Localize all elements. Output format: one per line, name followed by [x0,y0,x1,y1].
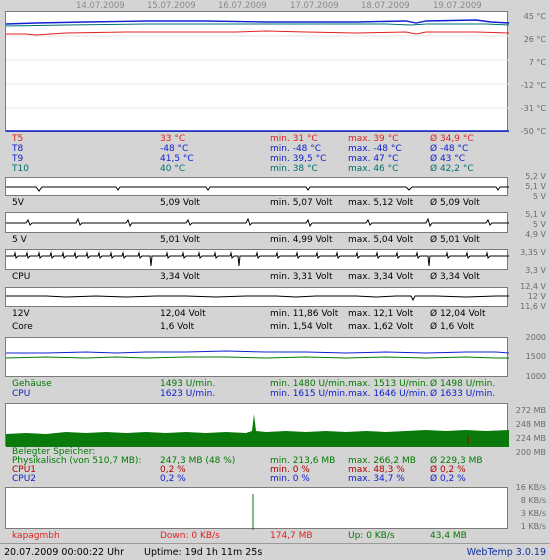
axis-tick: 3,35 V [520,248,546,257]
axis-tick: 5 V [532,192,546,201]
sensor-min: min. 0 % [270,474,310,484]
case-fan-series [6,356,509,359]
axis-tick: 4,9 V [525,230,546,239]
network-up-total: 43,4 MB [430,531,467,541]
axis-tick: 5 V [532,220,546,229]
axis-tick: 26 °C [523,35,546,44]
axis-tick: 11,6 V [520,302,546,311]
temperature-plot [6,19,509,132]
sensor-name: CPU2 [12,474,37,484]
network-down: Down: 0 KB/s [160,531,220,541]
temperature-chart [5,11,509,132]
axis-tick: -12 °C [520,81,546,90]
memory-usage-area [6,414,509,447]
app-version-link[interactable]: WebTemp 3.0.19 [467,547,546,558]
axis-tick: 5,1 V [525,210,546,219]
sensor-min: min. 1,54 Volt [270,322,333,332]
sensor-current: 3,34 Volt [160,272,200,282]
sensor-min: min. 38 °C [270,164,318,174]
axis-tick: 224 MB [515,434,546,443]
voltage-5v-2-chart [5,212,509,233]
voltage-5v-chart [5,177,509,196]
axis-tick: 200 MB [515,448,546,457]
axis-tick: 12,4 V [520,282,546,291]
sensor-current: 12,04 Volt [160,309,206,319]
status-uptime: Uptime: 19d 1h 11m 25s [144,547,263,558]
sensor-max: max. 1,62 Volt [348,322,414,332]
sensor-avg: Ø 3,34 Volt [430,272,480,282]
sensor-name: CPU [12,389,31,399]
axis-tick: 12 V [527,292,546,301]
memory-chart [5,403,509,447]
sensor-current: 1623 U/min. [160,389,216,399]
sensor-min: min. 3,31 Volt [270,272,333,282]
sensor-name: Core [12,322,33,332]
sensor-name: CPU [12,272,31,282]
axis-tick: -50 °C [520,127,546,136]
sensor-avg: Ø 5,09 Volt [430,198,480,208]
axis-tick: 7 °C [528,58,546,67]
axis-tick: 2000 [525,333,546,342]
network-chart [5,487,508,530]
sensor-max: max. 3,34 Volt [348,272,414,282]
axis-tick: 1000 [525,372,546,381]
network-down-total: 174,7 MB [270,531,313,541]
sensor-avg: Ø 12,04 Volt [430,309,486,319]
sensor-max: max. 1646 U/min. [348,389,429,399]
date-label: 19.07.2009 [433,1,482,11]
sensor-current: 5,01 Volt [160,235,200,245]
sensor-current: 1,6 Volt [160,322,195,332]
axis-tick: 16 KB/s [515,483,546,492]
sensor-name: T10 [12,164,29,174]
sensor-min: min. 4,99 Volt [270,235,333,245]
axis-tick: 5,1 V [525,182,546,191]
sensor-avg: Ø 5,01 Volt [430,235,480,245]
axis-tick: 5,2 V [525,172,546,181]
t9-series [6,19,509,25]
webtemp-window: { "dates": ["14.07.2009","15.07.2009","1… [0,0,550,559]
date-label: 15.07.2009 [147,1,196,11]
sensor-avg: Ø 1633 U/min. [430,389,496,399]
axis-tick: 1500 [525,352,546,361]
status-bar: 20.07.2009 00:00:22 Uhr Uptime: 19d 1h 1… [0,543,550,560]
sensor-current: 0,2 % [160,474,186,484]
sensor-name: 5 V [12,235,27,245]
network-up: Up: 0 KB/s [348,531,395,541]
sensor-max: max. 5,12 Volt [348,198,414,208]
sensor-name: 12V [12,309,30,319]
axis-tick: 1 KB/s [520,522,546,531]
t10-series [6,23,509,27]
sensor-max: max. 12,1 Volt [348,309,414,319]
axis-tick: 45 °C [523,12,546,21]
axis-tick: 3 KB/s [520,509,546,518]
voltage-12v-chart [5,287,509,307]
network-host: kapagmbh [12,531,60,541]
sensor-avg: Ø 42,2 °C [430,164,474,174]
sensor-min: min. 11,86 Volt [270,309,339,319]
axis-tick: 8 KB/s [520,496,546,505]
status-datetime: 20.07.2009 00:00:22 Uhr [4,547,124,558]
axis-tick: 248 MB [515,420,546,429]
date-label: 17.07.2009 [290,1,339,11]
sensor-min: min. 5,07 Volt [270,198,333,208]
sensor-avg: Ø 0,2 % [430,474,466,484]
axis-tick: -31 °C [520,104,546,113]
t5-series [6,30,509,36]
sensor-max: max. 46 °C [348,164,399,174]
sensor-name: 5V [12,198,24,208]
axis-tick: 272 MB [515,406,546,415]
sensor-max: max. 34,7 % [348,474,405,484]
date-label: 16.07.2009 [218,1,267,11]
cpu-fan-series [6,350,509,354]
sensor-min: min. 1615 U/min. [270,389,348,399]
sensor-avg: Ø 1,6 Volt [430,322,475,332]
sensor-current: 5,09 Volt [160,198,200,208]
sensor-current: 40 °C [160,164,186,174]
date-label: 18.07.2009 [361,1,410,11]
voltage-cpu-chart [5,249,509,270]
sensor-max: max. 5,04 Volt [348,235,414,245]
fan-speed-chart [5,337,509,377]
axis-tick: 3,3 V [525,266,546,275]
date-label: 14.07.2009 [76,1,125,11]
